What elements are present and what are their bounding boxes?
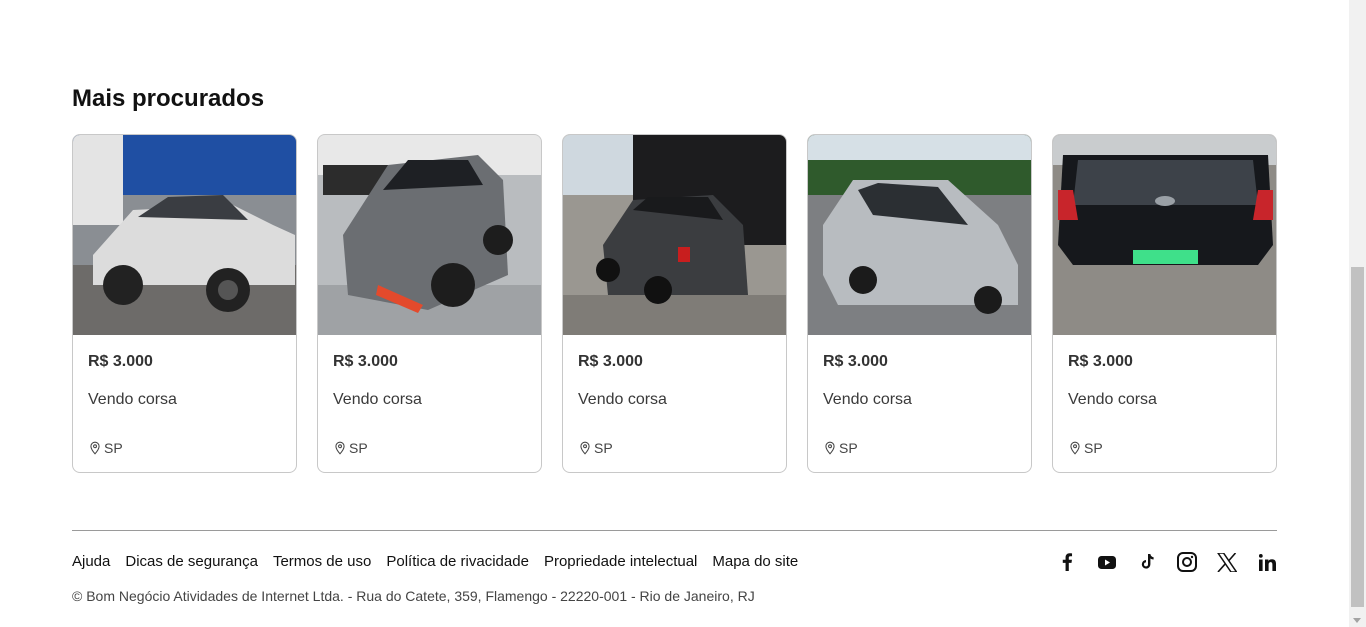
- footer-links: Ajuda Dicas de segurança Termos de uso P…: [72, 553, 798, 570]
- ad-title: Vendo corsa: [578, 391, 667, 408]
- scroll-down-arrow-icon[interactable]: [1353, 618, 1361, 623]
- ad-price: R$ 3.000: [1068, 353, 1133, 370]
- ad-title: Vendo corsa: [1068, 391, 1157, 408]
- car-photo: [563, 135, 786, 335]
- footer-link-sitemap[interactable]: Mapa do site: [712, 553, 798, 570]
- footer-link-terms[interactable]: Termos de uso: [273, 553, 371, 570]
- location-pin-icon: [335, 441, 345, 455]
- x-icon[interactable]: [1217, 551, 1237, 573]
- youtube-icon[interactable]: [1097, 551, 1117, 573]
- location-pin-icon: [825, 441, 835, 455]
- car-photo: [73, 135, 296, 335]
- car-photo: [1053, 135, 1276, 335]
- social-links: [1057, 551, 1277, 573]
- ad-location-text: SP: [594, 440, 613, 456]
- ad-title: Vendo corsa: [88, 391, 177, 408]
- footer-divider: [72, 530, 1277, 531]
- car-photo: [318, 135, 541, 335]
- ad-price: R$ 3.000: [578, 353, 643, 370]
- location-pin-icon: [580, 441, 590, 455]
- scrollbar-thumb[interactable]: [1351, 267, 1364, 607]
- ad-location: SP: [88, 440, 123, 456]
- ad-location-text: SP: [839, 440, 858, 456]
- ad-card[interactable]: R$ 3.000 Vendo corsa SP: [317, 134, 542, 473]
- linkedin-icon[interactable]: [1257, 551, 1277, 573]
- footer-link-help[interactable]: Ajuda: [72, 553, 110, 570]
- instagram-icon[interactable]: [1177, 551, 1197, 573]
- location-pin-icon: [90, 441, 100, 455]
- ad-title: Vendo corsa: [333, 391, 422, 408]
- facebook-icon[interactable]: [1057, 551, 1077, 573]
- ad-location: SP: [333, 440, 368, 456]
- footer-link-safety-tips[interactable]: Dicas de segurança: [125, 553, 258, 570]
- location-pin-icon: [1070, 441, 1080, 455]
- ad-location: SP: [578, 440, 613, 456]
- ad-card[interactable]: R$ 3.000 Vendo corsa SP: [562, 134, 787, 473]
- section-title: Mais procurados: [72, 85, 265, 112]
- ad-card-list: R$ 3.000 Vendo corsa SP R$ 3.000 Vendo c…: [72, 134, 1277, 473]
- footer-link-intellectual-property[interactable]: Propriedade intelectual: [544, 553, 697, 570]
- footer-link-privacy[interactable]: Política de rivacidade: [386, 553, 529, 570]
- ad-location-text: SP: [349, 440, 368, 456]
- ad-card[interactable]: R$ 3.000 Vendo corsa SP: [807, 134, 1032, 473]
- ad-price: R$ 3.000: [333, 353, 398, 370]
- tiktok-icon[interactable]: [1137, 551, 1157, 573]
- ad-card[interactable]: R$ 3.000 Vendo corsa SP: [72, 134, 297, 473]
- ad-card[interactable]: R$ 3.000 Vendo corsa SP: [1052, 134, 1277, 473]
- ad-price: R$ 3.000: [88, 353, 153, 370]
- copyright-text: © Bom Negócio Atividades de Internet Ltd…: [72, 588, 755, 604]
- ad-location: SP: [823, 440, 858, 456]
- ad-price: R$ 3.000: [823, 353, 888, 370]
- ad-location: SP: [1068, 440, 1103, 456]
- car-photo: [808, 135, 1031, 335]
- ad-location-text: SP: [1084, 440, 1103, 456]
- vertical-scrollbar[interactable]: [1349, 0, 1366, 627]
- ad-location-text: SP: [104, 440, 123, 456]
- ad-title: Vendo corsa: [823, 391, 912, 408]
